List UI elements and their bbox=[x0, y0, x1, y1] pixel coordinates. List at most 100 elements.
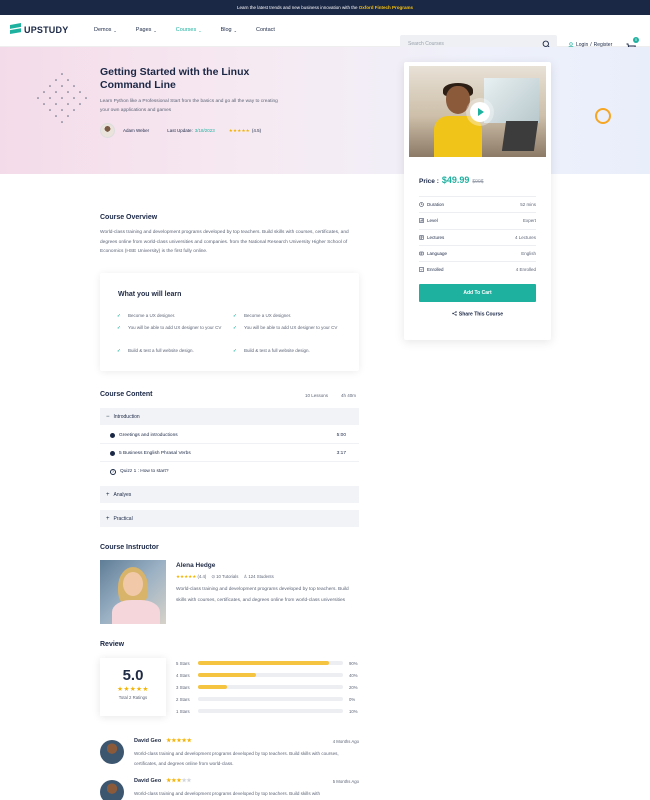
students-icon: ♙ bbox=[243, 574, 248, 579]
learn-item-text: You will be able to add UX designer to y… bbox=[128, 325, 222, 330]
play-circle-icon bbox=[110, 450, 115, 456]
bar-percent: 10% bbox=[349, 708, 358, 714]
rating-bar-row: 4 Stars 40% bbox=[176, 671, 360, 679]
bar-fill bbox=[198, 673, 256, 677]
language-icon bbox=[419, 251, 424, 256]
chevron-down-icon: ⌄ bbox=[198, 27, 202, 33]
course-details: Duration 52 mins Level Expert Lectures 4… bbox=[419, 196, 536, 277]
add-to-cart-button[interactable]: Add To Cart bbox=[419, 284, 536, 302]
detail-row-level: Level Expert bbox=[419, 212, 536, 228]
learn-item: ✓ Build & test a full website design. bbox=[233, 345, 354, 357]
chevron-down-icon: ⌄ bbox=[113, 27, 117, 33]
detail-row-enrolled: Enrolled 4 Enrolled bbox=[419, 261, 536, 277]
site-logo[interactable]: UPSTUDY bbox=[10, 23, 68, 36]
instructor-name[interactable]: Alena Hedge bbox=[176, 562, 215, 569]
detail-value: 4 Enrolled bbox=[515, 267, 536, 273]
reviewer-avatar[interactable] bbox=[100, 740, 124, 764]
total-ratings: Total 2 Ratings bbox=[118, 695, 148, 700]
bar-fill bbox=[198, 685, 227, 689]
nav-item-label: Pages bbox=[135, 27, 152, 33]
review-item: David Geo ★★★★★ 4 Months Ago World-class … bbox=[100, 738, 359, 774]
expand-icon: + bbox=[106, 515, 110, 522]
main-navbar: UPSTUDY Demos ⌄ Pages ⌄ Courses ⌄ Blog ⌄ Con… bbox=[0, 15, 650, 55]
author-avatar[interactable] bbox=[100, 123, 115, 138]
instructor-bio: World-class training and development pro… bbox=[176, 587, 349, 603]
collapse-icon: − bbox=[106, 413, 110, 420]
review-time: 4 Months Ago bbox=[332, 739, 359, 744]
nav-item-demos[interactable]: Demos ⌄ bbox=[94, 27, 117, 33]
section-introduction[interactable]: − Introduction bbox=[100, 408, 359, 425]
nav-item-blog[interactable]: Blog ⌄ bbox=[221, 27, 237, 33]
bar-track bbox=[198, 697, 343, 701]
bar-percent: 90% bbox=[349, 660, 358, 666]
bar-track bbox=[198, 661, 343, 665]
share-icon bbox=[452, 311, 457, 316]
decorative-dots bbox=[37, 73, 87, 123]
clock-icon bbox=[419, 202, 424, 207]
lesson-item[interactable]: Greetings and introductions 5:00 bbox=[100, 427, 359, 444]
review-text: World-class training and development pro… bbox=[134, 791, 321, 796]
announcement-link[interactable]: Oxford Fintech Programs bbox=[359, 5, 413, 10]
detail-value: 52 mins bbox=[520, 202, 536, 208]
detail-label: Language bbox=[427, 251, 448, 257]
overview-text: World-class training and development pro… bbox=[100, 230, 349, 254]
nav-item-courses[interactable]: Courses ⌄ bbox=[176, 27, 202, 33]
tutorials-icon: ⊙ bbox=[211, 574, 215, 579]
instructor-stats: ★★★★★ (4.4) ⊙ 10 Tutorials ♙ 124 Student… bbox=[176, 574, 274, 580]
play-icon[interactable] bbox=[470, 102, 490, 122]
bar-track bbox=[198, 685, 343, 689]
nav-item-label: Courses bbox=[175, 27, 197, 33]
nav-item-label: Blog bbox=[220, 27, 232, 33]
reviewer-name[interactable]: David Geo bbox=[134, 778, 161, 784]
bar-fill bbox=[198, 661, 329, 665]
detail-label: Level bbox=[427, 218, 438, 224]
detail-row-language: Language English bbox=[419, 244, 536, 261]
course-preview-video[interactable] bbox=[409, 66, 546, 157]
nav-item-pages[interactable]: Pages ⌄ bbox=[136, 27, 157, 33]
lesson-item[interactable]: 5 Business English Phrasal Verbs 3:17 bbox=[100, 445, 359, 462]
instructor-stars: ★★★★★ bbox=[176, 574, 197, 579]
reviewer-name[interactable]: David Geo bbox=[134, 738, 161, 744]
rating-bar-row: 3 Stars 20% bbox=[176, 683, 360, 691]
instructor-photo[interactable] bbox=[100, 560, 166, 624]
tutorials-count: 10 Tutorials bbox=[216, 574, 239, 579]
figure-head bbox=[446, 86, 470, 114]
video-laptop bbox=[501, 121, 539, 151]
expand-icon: + bbox=[106, 491, 110, 498]
nav-item-contact[interactable]: Contact bbox=[256, 27, 275, 33]
rating-stars: ★★★★★ bbox=[228, 127, 250, 133]
rating-bar-row: 2 Stars 0% bbox=[176, 695, 360, 703]
quiz-icon: ? bbox=[110, 468, 116, 475]
logo-text: UPSTUDY bbox=[24, 24, 69, 35]
section-practical[interactable]: + Practical bbox=[100, 510, 359, 527]
review-heading: Review bbox=[100, 641, 125, 648]
section-label: Introduction bbox=[113, 413, 140, 420]
bar-percent: 20% bbox=[349, 684, 358, 690]
instructor-rating: (4.4) bbox=[197, 574, 207, 579]
quiz-item[interactable]: ? Quizz 1 : How to start? bbox=[100, 463, 359, 480]
bar-label: 4 Stars bbox=[176, 672, 190, 678]
share-course-button[interactable]: Share This Course bbox=[419, 311, 536, 318]
nav-item-label: Demos bbox=[94, 27, 112, 33]
old-price: $99$ bbox=[472, 179, 484, 185]
announcement-bar: Learn the latest trends and new business… bbox=[0, 0, 650, 15]
detail-label: Duration bbox=[427, 202, 445, 208]
photo-face bbox=[123, 572, 143, 596]
course-hero bbox=[0, 47, 650, 174]
review-stars: ★★★ bbox=[166, 778, 182, 784]
bar-percent: 0% bbox=[349, 696, 356, 702]
section-label: Analyes bbox=[113, 491, 132, 498]
author-name[interactable]: Adam Weber bbox=[123, 128, 149, 133]
lesson-title: Quizz 1 : How to start? bbox=[120, 469, 169, 474]
last-update-date: 3/18/2023 bbox=[194, 128, 215, 133]
lectures-icon bbox=[419, 234, 424, 240]
learn-item-text: Build & test a full website design. bbox=[128, 348, 194, 353]
detail-row-lectures: Lectures 4 Lectures bbox=[419, 228, 536, 245]
bar-percent: 40% bbox=[349, 672, 358, 678]
reviewer-avatar[interactable] bbox=[100, 780, 124, 800]
detail-label: Lectures bbox=[427, 234, 445, 240]
section-analyes[interactable]: + Analyes bbox=[100, 486, 359, 503]
learn-item-text: Build & test a full website design. bbox=[244, 348, 310, 353]
lesson-title: Greetings and introductions bbox=[119, 432, 178, 438]
detail-value: Expert bbox=[522, 218, 536, 224]
